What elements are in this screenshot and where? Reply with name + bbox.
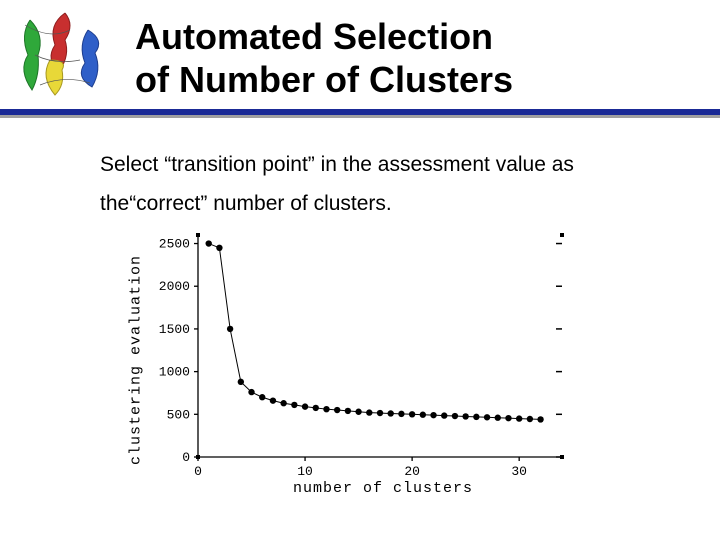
svg-text:20: 20 <box>404 464 420 479</box>
svg-text:0: 0 <box>182 450 190 465</box>
title-underline <box>0 109 720 118</box>
svg-text:1000: 1000 <box>159 365 190 380</box>
svg-text:0: 0 <box>194 464 202 479</box>
title-line-1: Automated Selection <box>135 15 720 58</box>
svg-text:1500: 1500 <box>159 322 190 337</box>
chart: clustering evaluation 050010001500200025… <box>150 225 580 495</box>
chart-svg: 0 500 1000 1500 2000 2500 0 10 20 30 <box>150 225 580 495</box>
y-axis-label: clustering evaluation <box>128 255 145 465</box>
header: Automated Selection of Number of Cluster… <box>0 0 720 118</box>
body-text: Select “transition point” in the assessm… <box>100 146 660 224</box>
x-axis-label: number of clusters <box>293 480 473 497</box>
svg-text:10: 10 <box>297 464 313 479</box>
protein-logo-icon <box>10 5 120 105</box>
svg-text:500: 500 <box>167 407 190 422</box>
svg-text:30: 30 <box>511 464 527 479</box>
slide-title: Automated Selection of Number of Cluster… <box>135 15 720 101</box>
svg-text:2000: 2000 <box>159 279 190 294</box>
title-line-2: of Number of Clusters <box>135 58 720 101</box>
svg-text:2500: 2500 <box>159 237 190 252</box>
